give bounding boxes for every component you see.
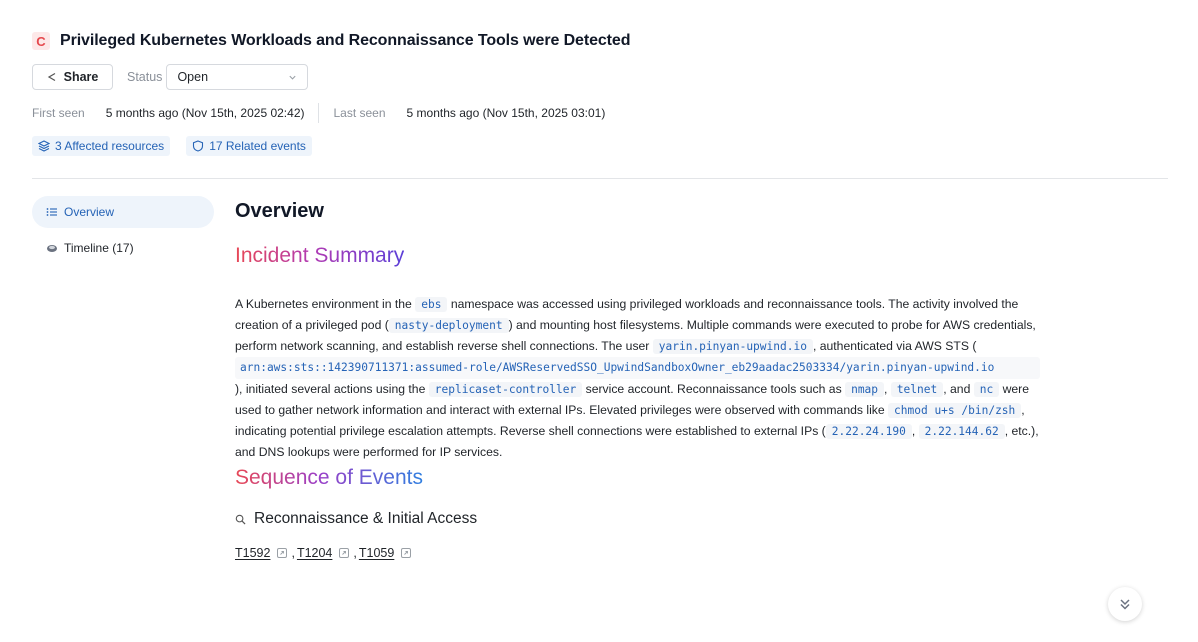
phase-heading-label: Reconnaissance & Initial Access [254,510,478,527]
list-icon [46,208,57,216]
shield-icon [193,140,204,152]
share-button[interactable]: Share [32,64,113,90]
summary-text: , [884,382,891,396]
technique-links: T1592 , T1204 , T1059 [235,546,1040,560]
seen-row: First seen 5 months ago (Nov 15th, 2025 … [32,103,1168,123]
sequence-of-events-heading: Sequence of Events [235,466,423,489]
ip-code: 2.22.24.190 [825,424,912,439]
external-link-icon[interactable] [277,548,288,558]
chevron-down-icon [289,75,297,80]
tool-telnet-code: telnet [890,382,944,397]
service-account-code: replicaset-controller [428,382,583,397]
pod-code: nasty-deployment [388,318,509,333]
actions-row: Share Status Open [32,64,1168,90]
severity-badge: C [32,32,50,50]
tool-nc-code: nc [973,382,1000,397]
incident-header: C Privileged Kubernetes Workloads and Re… [32,30,1168,156]
sidebar-item-timeline[interactable]: Timeline (17) [32,232,214,264]
external-link-icon[interactable] [401,548,412,558]
double-chevron-down-icon [1120,599,1130,610]
first-seen-value: 5 months ago (Nov 15th, 2025 02:42) [105,106,305,120]
incident-summary-text: A Kubernetes environment in the ebs name… [235,294,1040,462]
summary-text: A Kubernetes environment in the [235,297,416,311]
share-button-label: Share [63,70,99,84]
arn-code: arn:aws:sts::142390711371:assumed-role/A… [235,357,1040,379]
related-events-chip[interactable]: 17 Related events [186,136,312,156]
incident-title: Privileged Kubernetes Workloads and Reco… [60,32,631,49]
technique-link[interactable]: T1059 [359,546,394,560]
summary-text: service account. Reconnaissance tools su… [582,382,846,396]
summary-text: , authenticated via AWS STS ( [812,339,977,353]
header-divider [32,178,1168,179]
sidebar-item-label: Timeline (17) [64,241,134,255]
external-link-icon[interactable] [339,548,350,558]
scroll-down-button[interactable] [1108,587,1142,621]
status-select[interactable]: Open [166,64,309,90]
technique-link[interactable]: T1592 [235,546,270,560]
incident-summary-heading: Incident Summary [235,244,405,267]
last-seen-value: 5 months ago (Nov 15th, 2025 03:01) [406,106,606,120]
related-events-label: 17 Related events [209,139,306,153]
status-value: Open [177,70,209,84]
summary-text: , [911,424,919,438]
first-seen-label: First seen [32,106,85,120]
layers-icon [38,140,50,152]
sidebar: Overview Timeline (17) [32,196,214,264]
title-row: C Privileged Kubernetes Workloads and Re… [32,30,1168,52]
sidebar-item-overview[interactable]: Overview [32,196,214,228]
summary-text: , and [943,382,974,396]
status-label: Status [127,70,163,84]
chmod-code: chmod u+s /bin/zsh [888,403,1022,418]
summary-text: ), initiated several actions using the [235,382,429,396]
phase-heading: Reconnaissance & Initial Access [235,510,1040,528]
technique-separator: , [291,546,295,560]
main-content: Overview Incident Summary A Kubernetes e… [235,200,1040,560]
affected-resources-chip[interactable]: 3 Affected resources [32,136,171,156]
seen-divider [318,103,320,123]
overview-heading: Overview [235,200,324,222]
namespace-code: ebs [415,297,448,312]
ip-code: 2.22.144.62 [918,424,1005,439]
chips-row: 3 Affected resources 17 Related events [32,136,1168,156]
technique-separator: , [353,546,357,560]
share-icon [47,72,55,82]
tool-nmap-code: nmap [845,382,885,397]
last-seen-label: Last seen [333,106,386,120]
user-code: yarin.pinyan-upwind.io [652,339,813,354]
sidebar-item-label: Overview [64,205,115,219]
technique-link[interactable]: T1204 [297,546,332,560]
search-icon [235,514,246,525]
affected-resources-label: 3 Affected resources [55,139,165,153]
timeline-icon [47,245,57,252]
